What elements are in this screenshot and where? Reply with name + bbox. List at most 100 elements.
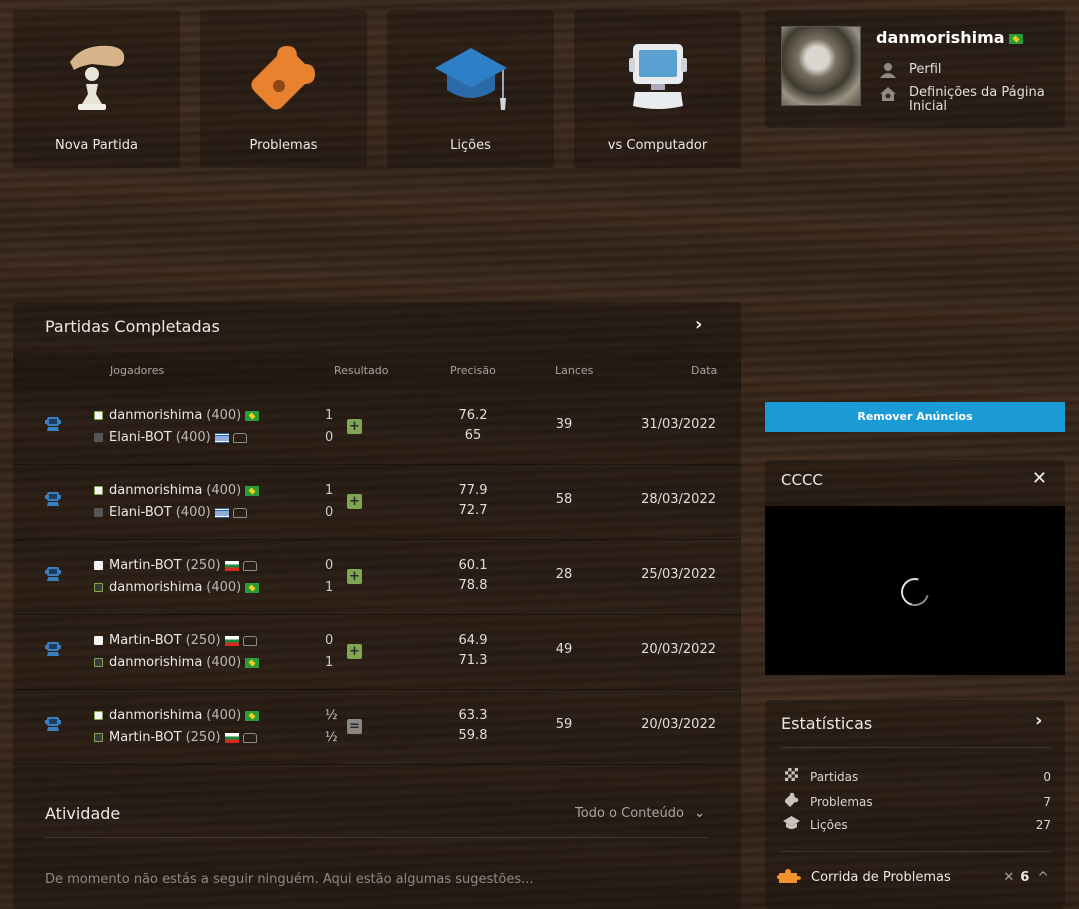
brazil-flag-icon bbox=[245, 710, 260, 721]
avatar[interactable] bbox=[781, 26, 861, 106]
tile-vs-computer[interactable]: vs Computador bbox=[574, 10, 741, 168]
video-title: CCCC bbox=[781, 471, 823, 489]
piece-color-icon bbox=[94, 733, 103, 742]
cross-swords-icon: ✕ bbox=[1003, 870, 1015, 885]
game-date: 20/03/2022 bbox=[641, 642, 716, 657]
accuracy-player-1: 64.9 bbox=[458, 633, 488, 648]
player-2[interactable]: Elani-BOT (400) bbox=[94, 430, 247, 445]
tile-puzzles[interactable]: Problemas bbox=[200, 10, 367, 168]
moves-count: 58 bbox=[555, 492, 573, 507]
bot-icon bbox=[242, 560, 257, 571]
brazil-flag-icon bbox=[245, 582, 260, 593]
result-player-1: 0 bbox=[325, 558, 334, 573]
result-player-1: 0 bbox=[325, 633, 334, 648]
player-1[interactable]: Martin-BOT (250) bbox=[94, 558, 257, 573]
computer-game-icon bbox=[45, 416, 61, 432]
game-date: 28/03/2022 bbox=[641, 492, 716, 507]
computer-game-icon bbox=[45, 491, 61, 507]
game-date: 31/03/2022 bbox=[641, 417, 716, 432]
video-widget: CCCC ✕ bbox=[765, 460, 1065, 675]
result-player-1: 1 bbox=[325, 408, 334, 423]
bulgaria-flag-icon bbox=[224, 732, 239, 743]
result-player-1: ½ bbox=[325, 708, 338, 723]
accuracy-player-2: 71.3 bbox=[458, 653, 488, 668]
game-row[interactable]: Martin-BOT (250) danmorishima (400) 0 1 … bbox=[13, 615, 741, 690]
player-1[interactable]: danmorishima (400) bbox=[94, 483, 260, 498]
greece-flag-icon bbox=[214, 432, 229, 443]
username[interactable]: danmorishima bbox=[876, 28, 1023, 47]
activity-empty-note: De momento não estás a seguir ninguém. A… bbox=[45, 872, 534, 887]
remove-ads-button[interactable]: Remover Anúncios bbox=[765, 402, 1065, 432]
puzzle-icon bbox=[783, 792, 799, 811]
result-player-2: 0 bbox=[325, 505, 334, 520]
accuracy-player-2: 72.7 bbox=[458, 503, 488, 518]
bot-icon bbox=[232, 432, 247, 443]
greece-flag-icon bbox=[214, 507, 229, 518]
stat-games[interactable]: Partidas 0 bbox=[783, 768, 1051, 785]
homepage-settings-link[interactable]: Definições da Página Inicial bbox=[879, 86, 1049, 114]
game-row[interactable]: danmorishima (400) Elani-BOT (400) 1 0 +… bbox=[13, 390, 741, 465]
divider bbox=[45, 837, 709, 838]
chevron-right-icon[interactable]: › bbox=[1035, 710, 1042, 731]
game-row[interactable]: danmorishima (400) Elani-BOT (400) 1 0 +… bbox=[13, 465, 741, 540]
game-row[interactable]: danmorishima (400) Martin-BOT (250) ½ ½ … bbox=[13, 690, 741, 765]
piece-color-icon bbox=[94, 433, 103, 442]
col-date: Data bbox=[691, 364, 718, 377]
computer-icon bbox=[618, 38, 698, 116]
accuracy-player-1: 77.9 bbox=[458, 483, 488, 498]
chevron-up-icon[interactable]: ^ bbox=[1037, 870, 1049, 886]
moves-count: 49 bbox=[555, 642, 573, 657]
games-table-header: Jogadores Resultado Precisão Lances Data bbox=[13, 352, 741, 390]
chevron-right-icon[interactable]: › bbox=[695, 314, 702, 335]
draw-icon: = bbox=[347, 719, 362, 734]
brazil-flag-icon bbox=[245, 410, 260, 421]
activity-filter-dropdown[interactable]: Todo o Conteúdo ⌄ bbox=[575, 806, 705, 821]
bot-icon bbox=[242, 732, 257, 743]
profile-link[interactable]: Perfil bbox=[879, 62, 942, 78]
activity-title: Atividade bbox=[45, 804, 121, 823]
video-player[interactable] bbox=[765, 506, 1065, 675]
piece-color-icon bbox=[94, 636, 103, 645]
computer-game-icon bbox=[45, 641, 61, 657]
stats-title: Estatísticas bbox=[781, 714, 873, 733]
win-icon: + bbox=[347, 644, 362, 659]
accuracy-player-2: 78.8 bbox=[458, 578, 488, 593]
player-2[interactable]: danmorishima (400) bbox=[94, 580, 260, 595]
game-row[interactable]: Martin-BOT (250) danmorishima (400) 0 1 … bbox=[13, 540, 741, 615]
tile-new-game[interactable]: Nova Partida bbox=[13, 10, 180, 168]
board-icon bbox=[783, 768, 799, 785]
col-result: Resultado bbox=[334, 364, 389, 377]
completed-games-panel: Partidas Completadas › Jogadores Resulta… bbox=[13, 302, 741, 909]
bulgaria-flag-icon bbox=[224, 635, 239, 646]
win-icon: + bbox=[347, 494, 362, 509]
result-player-2: ½ bbox=[325, 730, 338, 745]
player-2[interactable]: danmorishima (400) bbox=[94, 655, 260, 670]
person-icon bbox=[879, 62, 897, 78]
game-date: 25/03/2022 bbox=[641, 567, 716, 582]
piece-color-icon bbox=[94, 711, 103, 720]
win-icon: + bbox=[347, 419, 362, 434]
player-1[interactable]: danmorishima (400) bbox=[94, 708, 260, 723]
player-2[interactable]: Martin-BOT (250) bbox=[94, 730, 257, 745]
puzzle-rush-icon bbox=[777, 867, 801, 888]
accuracy-player-1: 76.2 bbox=[458, 408, 488, 423]
close-icon[interactable]: ✕ bbox=[1032, 468, 1047, 489]
stat-lessons[interactable]: Lições 27 bbox=[783, 816, 1051, 834]
stat-puzzles[interactable]: Problemas 7 bbox=[783, 792, 1051, 811]
bulgaria-flag-icon bbox=[224, 560, 239, 571]
player-1[interactable]: Martin-BOT (250) bbox=[94, 633, 257, 648]
piece-color-icon bbox=[94, 658, 103, 667]
player-1[interactable]: danmorishima (400) bbox=[94, 408, 260, 423]
result-player-2: 1 bbox=[325, 580, 334, 595]
col-players: Jogadores bbox=[110, 364, 165, 377]
tile-lessons[interactable]: Lições bbox=[387, 10, 554, 168]
player-2[interactable]: Elani-BOT (400) bbox=[94, 505, 247, 520]
home-settings-icon bbox=[879, 86, 897, 102]
stats-panel: Estatísticas › Partidas 0 Problemas 7 Li… bbox=[765, 700, 1065, 909]
divider bbox=[781, 747, 1051, 748]
tile-label: vs Computador bbox=[607, 138, 708, 153]
puzzle-icon bbox=[244, 38, 324, 116]
game-date: 20/03/2022 bbox=[641, 717, 716, 732]
brazil-flag-icon bbox=[1008, 33, 1023, 44]
puzzle-rush-row[interactable]: Corrida de Problemas ✕ 6 ^ bbox=[777, 867, 1049, 888]
